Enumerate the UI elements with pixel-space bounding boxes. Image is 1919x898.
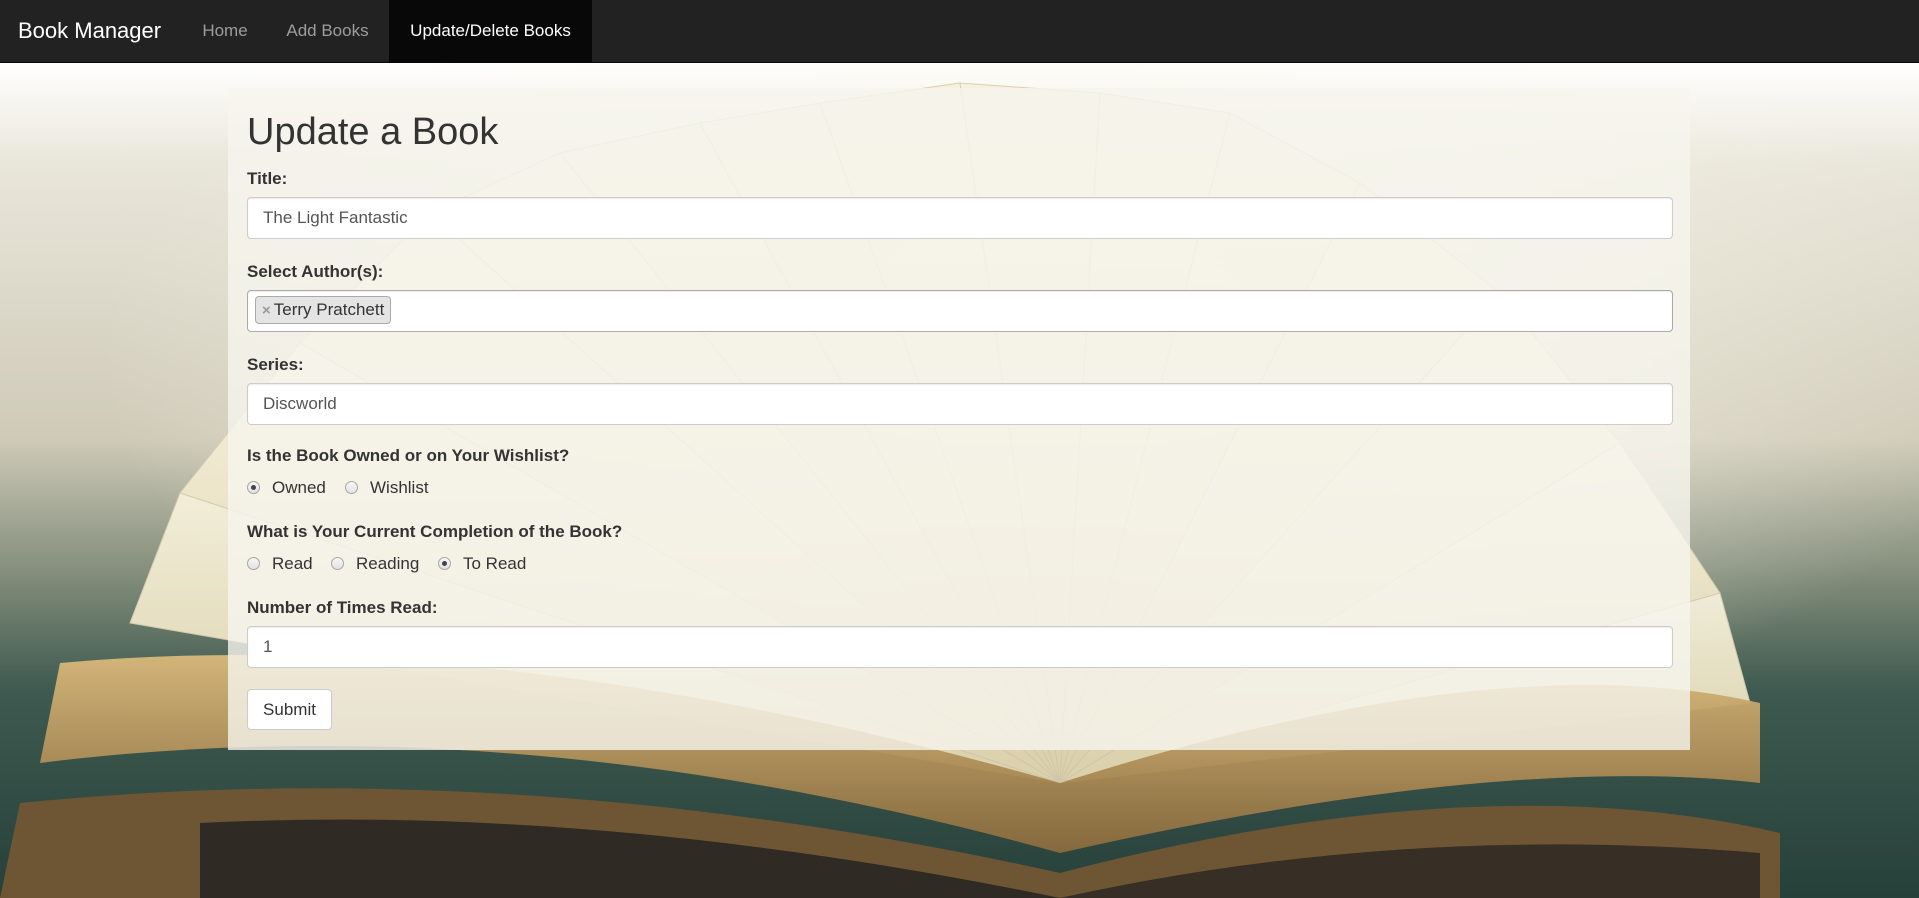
- update-book-form: Update a Book Title: The Light Fantastic…: [228, 88, 1690, 750]
- ownership-radio-group: Owned Wishlist: [247, 477, 547, 499]
- title-input[interactable]: The Light Fantastic: [247, 197, 1673, 239]
- radio-reading[interactable]: Reading: [331, 553, 431, 575]
- radio-wishlist[interactable]: Wishlist: [345, 477, 445, 499]
- radio-to-read-label: To Read: [463, 554, 527, 573]
- title-label: Title:: [247, 169, 288, 188]
- nav-link-update-delete-books[interactable]: Update/Delete Books: [389, 0, 592, 63]
- top-navbar: Book Manager Home Add Books Update/Delet…: [0, 0, 1919, 63]
- radio-reading-label: Reading: [356, 554, 420, 573]
- completion-label: What is Your Current Completion of the B…: [247, 522, 623, 541]
- radio-read-label: Read: [272, 554, 313, 573]
- authors-multiselect[interactable]: × Terry Pratchett: [247, 290, 1673, 332]
- authors-label: Select Author(s):: [247, 262, 384, 281]
- nav-link-home[interactable]: Home: [184, 0, 266, 63]
- radio-owned-circle[interactable]: [247, 481, 260, 494]
- radio-owned[interactable]: Owned: [247, 477, 337, 499]
- series-label: Series:: [247, 355, 304, 374]
- remove-author-icon[interactable]: ×: [262, 302, 271, 319]
- author-tag: × Terry Pratchett: [255, 296, 392, 324]
- radio-read-circle[interactable]: [247, 557, 260, 570]
- series-input[interactable]: Discworld: [247, 383, 1673, 425]
- radio-read[interactable]: Read: [247, 553, 327, 575]
- radio-wishlist-label: Wishlist: [370, 478, 429, 497]
- ownership-label: Is the Book Owned or on Your Wishlist?: [247, 446, 570, 465]
- times-read-input[interactable]: 1: [247, 626, 1673, 668]
- page-title: Update a Book: [247, 111, 499, 153]
- submit-button[interactable]: Submit: [247, 689, 332, 730]
- radio-to-read[interactable]: To Read: [438, 553, 548, 575]
- radio-to-read-circle[interactable]: [438, 557, 451, 570]
- radio-wishlist-circle[interactable]: [345, 481, 358, 494]
- completion-radio-group: Read Reading To Read: [247, 553, 647, 575]
- radio-reading-circle[interactable]: [331, 557, 344, 570]
- nav-link-add-books[interactable]: Add Books: [266, 0, 389, 63]
- times-read-label: Number of Times Read:: [247, 598, 438, 617]
- radio-owned-label: Owned: [272, 478, 326, 497]
- author-tag-label: Terry Pratchett: [273, 300, 385, 319]
- navbar-brand[interactable]: Book Manager: [18, 0, 161, 63]
